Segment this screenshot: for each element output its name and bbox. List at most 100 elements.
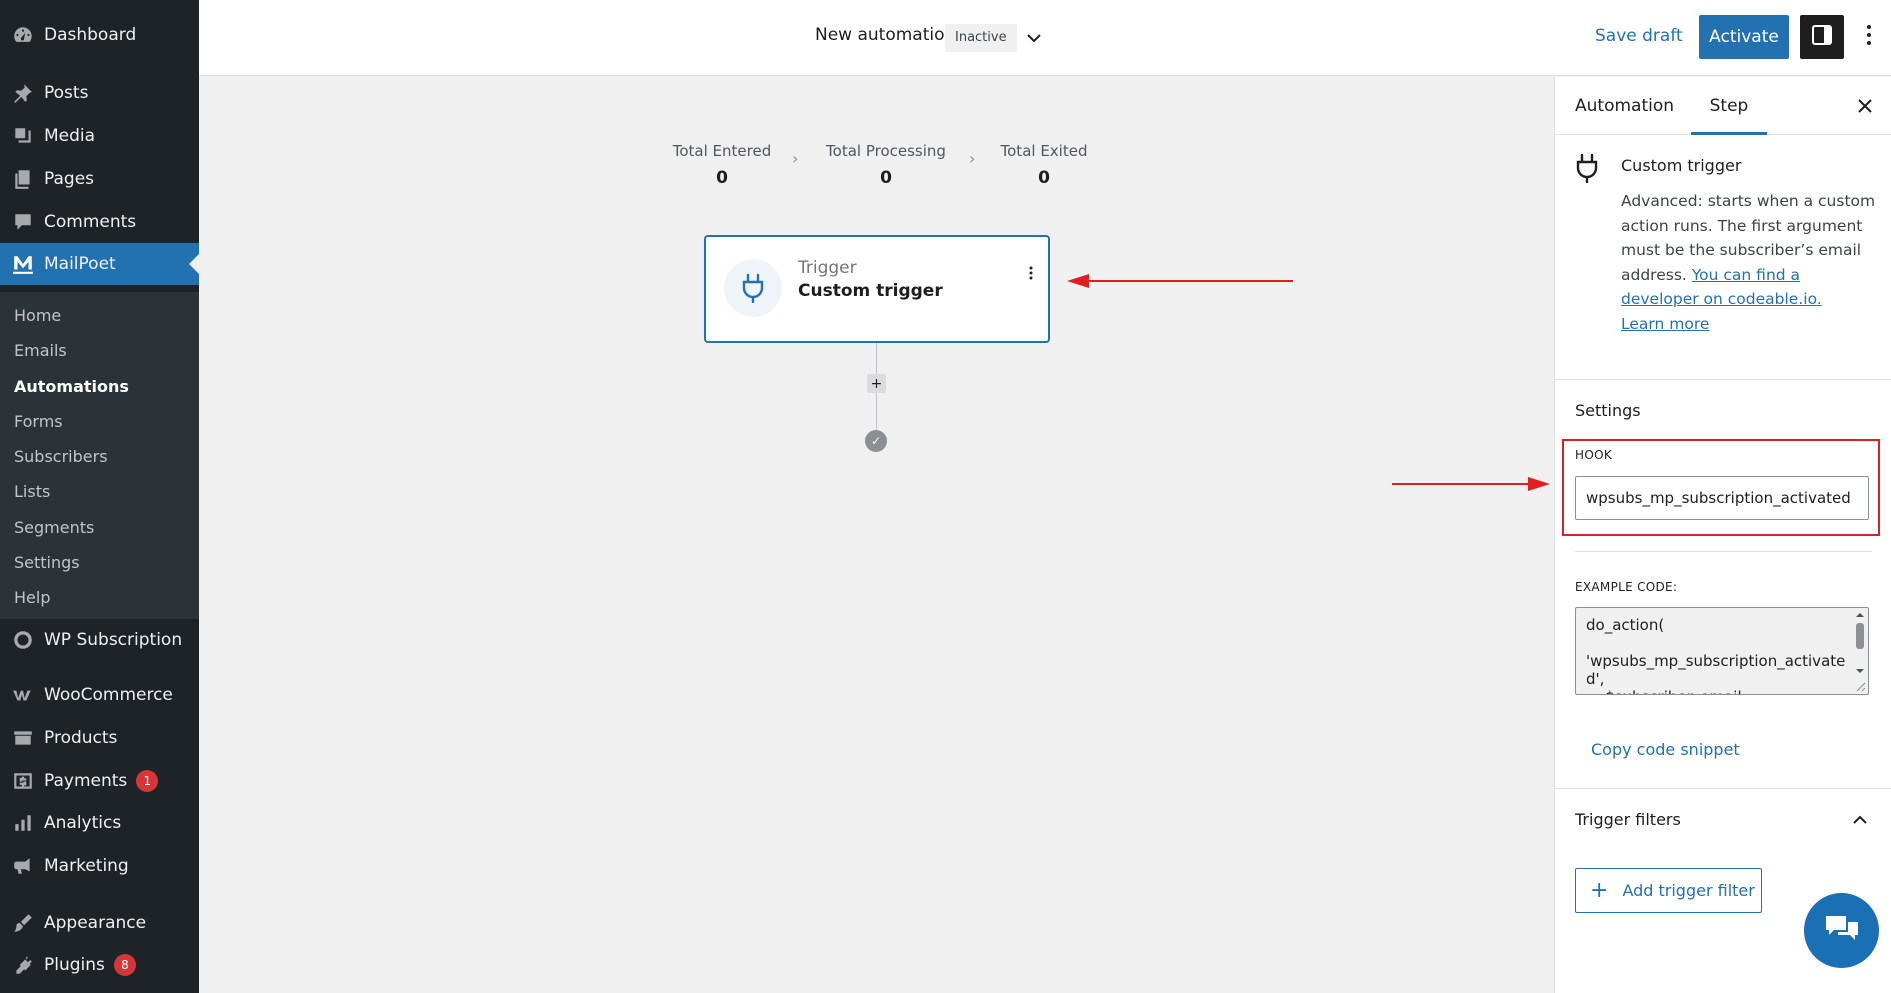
annotation-arrow [1067, 274, 1293, 288]
payments-icon [9, 770, 37, 792]
copy-code-snippet-button[interactable]: Copy code snippet [1591, 740, 1740, 759]
submenu-item-automations[interactable]: Automations [14, 375, 129, 399]
menu-item-analytics[interactable]: Analytics [0, 802, 199, 844]
activate-button[interactable]: Activate [1699, 15, 1789, 59]
add-step-button[interactable]: + [867, 374, 886, 393]
trigger-step-card[interactable]: Trigger Custom trigger [704, 235, 1050, 343]
more-vertical-icon[interactable] [1024, 261, 1038, 285]
admin-sidebar: Dashboard Posts Media Pages Comments Mai… [0, 0, 199, 993]
step-type-label: Trigger [798, 258, 857, 278]
submenu-item-lists[interactable]: Lists [14, 480, 50, 504]
learn-more-link[interactable]: Learn more [1621, 315, 1709, 333]
menu-label: Pages [44, 169, 95, 189]
menu-item-media[interactable]: Media [0, 115, 199, 157]
example-code-textarea[interactable]: do_action( 'wpsubs_mp_subscription_activ… [1575, 607, 1869, 695]
submenu-item-segments[interactable]: Segments [14, 516, 94, 540]
close-icon[interactable] [1854, 95, 1876, 117]
submenu-item-home[interactable]: Home [14, 304, 61, 328]
step-name: Custom trigger [798, 281, 943, 301]
wp-subscription-icon [9, 629, 37, 651]
plug-icon [724, 259, 782, 317]
menu-item-pages[interactable]: Pages [0, 158, 199, 200]
menu-label: Plugins [44, 955, 105, 975]
panel-toggle-icon [1811, 24, 1833, 50]
submenu-item-subscribers[interactable]: Subscribers [14, 445, 108, 469]
automation-title[interactable]: New automation [815, 25, 955, 45]
menu-label: WP Subscription [44, 630, 183, 650]
payments-badge: 1 [136, 770, 159, 792]
active-menu-indicator [189, 254, 199, 274]
appearance-icon [9, 912, 37, 934]
menu-item-wp-subscription[interactable]: WP Subscription [0, 619, 199, 661]
marketing-icon [9, 855, 37, 877]
connector-line [876, 393, 877, 430]
divider [1555, 788, 1891, 789]
submenu-item-settings[interactable]: Settings [14, 551, 80, 575]
example-code-label: EXAMPLE CODE: [1575, 580, 1678, 594]
menu-label: Products [44, 728, 118, 748]
mailpoet-icon [9, 253, 37, 275]
menu-item-marketing[interactable]: Marketing [0, 845, 199, 887]
menu-item-comments[interactable]: Comments [0, 201, 199, 243]
step-info: Custom trigger Advanced: starts when a c… [1555, 135, 1891, 380]
products-icon [9, 727, 37, 749]
tab-automation[interactable]: Automation [1575, 77, 1674, 135]
step-description: Advanced: starts when a custom action ru… [1621, 189, 1879, 336]
menu-label: Analytics [44, 813, 122, 833]
menu-item-posts[interactable]: Posts [0, 72, 199, 114]
hook-field-label: HOOK [1575, 448, 1612, 462]
tab-step[interactable]: Step [1691, 77, 1767, 135]
pages-icon [9, 168, 37, 190]
menu-label: Payments [44, 771, 128, 791]
mailpoet-submenu: Home Emails Automations Forms Subscriber… [0, 292, 199, 619]
menu-item-appearance[interactable]: Appearance [0, 902, 199, 944]
trigger-filters-heading[interactable]: Trigger filters [1575, 810, 1681, 829]
plus-icon: + [1590, 877, 1609, 903]
menu-item-dashboard[interactable]: Dashboard [0, 14, 199, 56]
plugins-badge: 8 [113, 954, 136, 976]
menu-item-plugins[interactable]: Plugins 8 [0, 944, 199, 986]
plug-icon [1575, 153, 1599, 187]
sidebar-toggle-button[interactable] [1800, 15, 1844, 59]
more-vertical-icon [1866, 24, 1872, 50]
workflow-canvas: Total Entered 0 › Total Processing 0 › T… [199, 77, 1554, 993]
menu-item-products[interactable]: Products [0, 717, 199, 759]
chevron-right-icon: › [969, 149, 976, 168]
code-scrollbar[interactable] [1853, 609, 1867, 693]
more-options-button[interactable] [1857, 22, 1881, 52]
stat-label: Total Processing [826, 142, 946, 160]
submenu-item-emails[interactable]: Emails [14, 339, 67, 363]
menu-item-mailpoet[interactable]: MailPoet [0, 243, 199, 285]
panel-tabs: Automation Step [1555, 77, 1891, 135]
plugins-icon [9, 954, 37, 976]
hook-input[interactable] [1575, 476, 1869, 520]
menu-item-woocommerce[interactable]: WooCommerce [0, 674, 199, 716]
media-icon [9, 125, 37, 147]
divider [1575, 551, 1872, 552]
save-draft-button[interactable]: Save draft [1595, 26, 1683, 46]
chevron-right-icon: › [792, 149, 799, 168]
chevron-down-icon[interactable] [1023, 26, 1045, 50]
stat-value: 0 [880, 168, 892, 188]
add-filter-label: Add trigger filter [1622, 881, 1755, 900]
analytics-icon [9, 812, 37, 834]
menu-label: Comments [44, 212, 137, 232]
menu-label: MailPoet [44, 254, 116, 274]
submenu-item-help[interactable]: Help [14, 586, 50, 610]
pin-icon [9, 82, 37, 104]
editor-header: New automation Inactive Save draft Activ… [199, 0, 1891, 76]
comments-icon [9, 211, 37, 233]
chevron-up-icon[interactable] [1851, 810, 1869, 828]
step-settings-panel: Automation Step Custom trigger Advanced:… [1554, 77, 1891, 993]
menu-label: Dashboard [44, 25, 137, 45]
annotation-arrow [1392, 477, 1550, 491]
add-trigger-filter-button[interactable]: + Add trigger filter [1575, 868, 1762, 913]
woocommerce-icon [9, 684, 37, 706]
menu-label: Marketing [44, 856, 129, 876]
example-code-text: do_action( 'wpsubs_mp_subscription_activ… [1586, 616, 1846, 694]
chat-support-button[interactable] [1804, 893, 1879, 968]
dashboard-icon [9, 24, 37, 46]
status-badge: Inactive [945, 24, 1017, 52]
menu-item-payments[interactable]: Payments 1 [0, 760, 199, 802]
submenu-item-forms[interactable]: Forms [14, 410, 63, 434]
